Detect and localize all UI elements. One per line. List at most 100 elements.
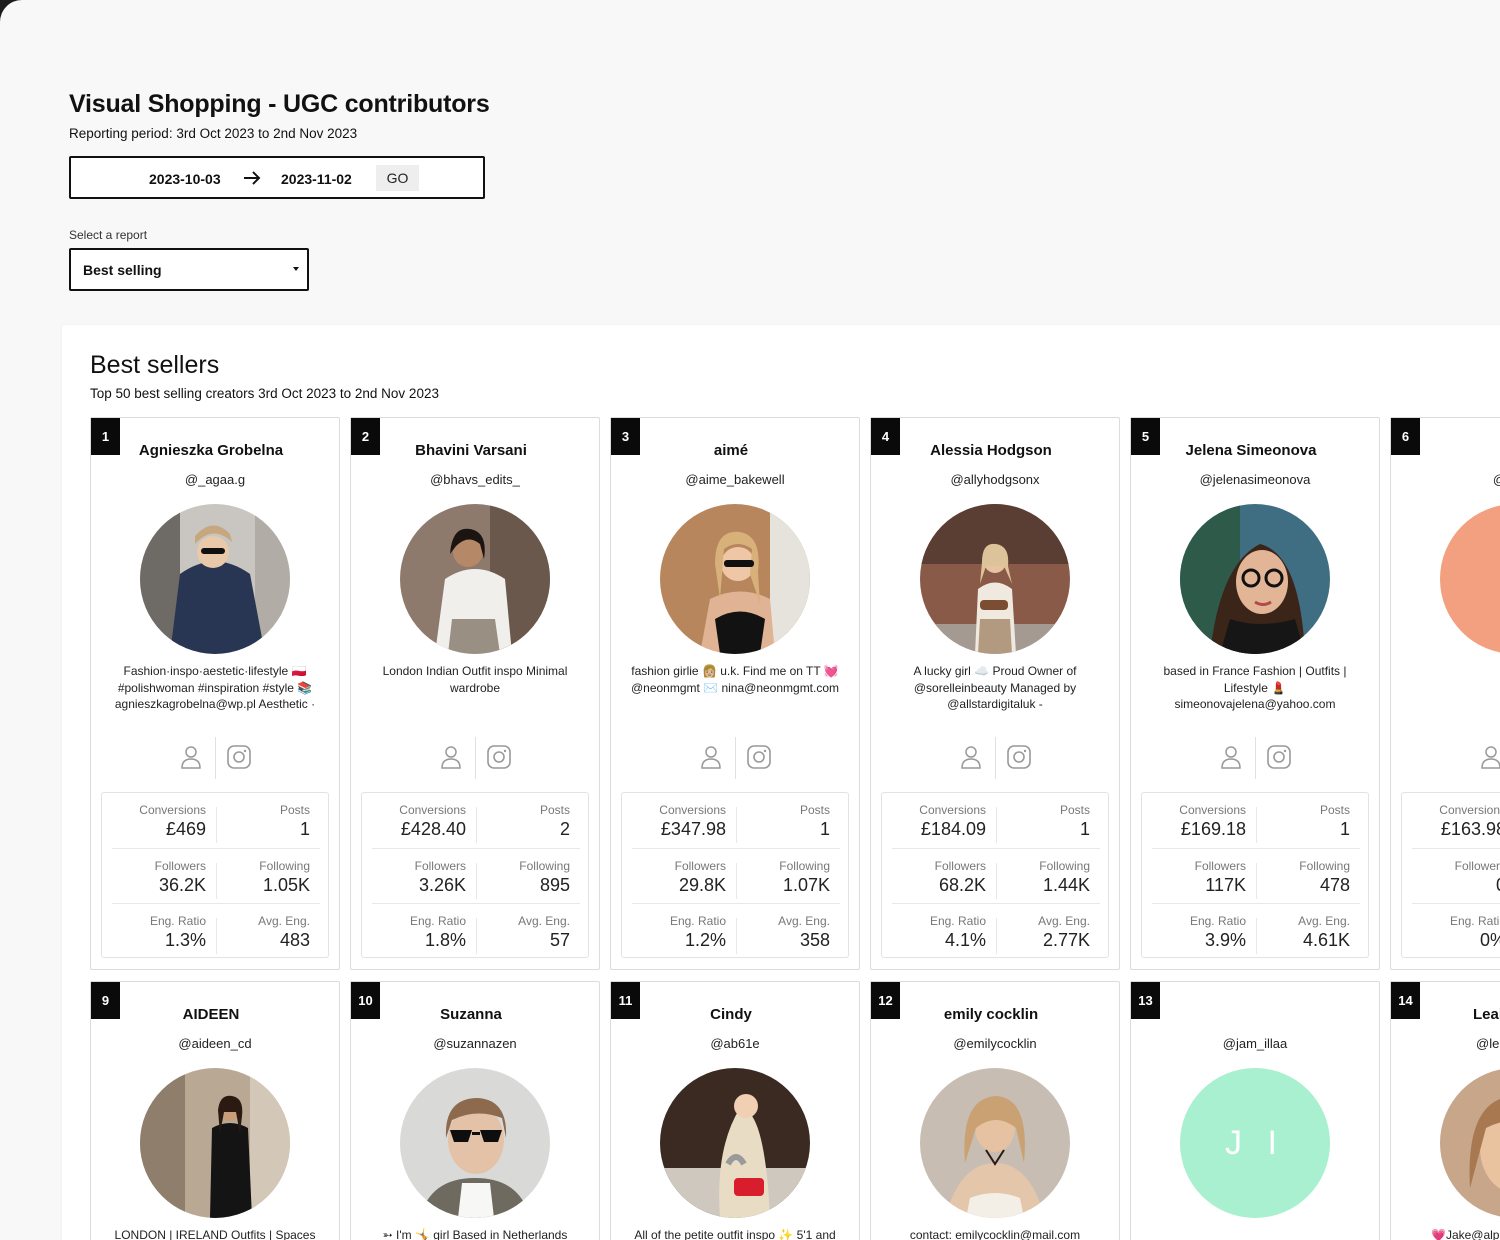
conversions-label: Conversions — [139, 803, 206, 817]
creator-bio: contact: emilycocklin@mail.com — [909, 1228, 1081, 1240]
creator-handle: @emilycocklin — [953, 1036, 1037, 1051]
creator-card[interactable]: 2 Bhavini Varsani @bhavs_edits_ London I… — [350, 417, 600, 970]
following-value: 1.44K — [1042, 875, 1090, 895]
followers-label: Followers — [1194, 859, 1246, 873]
user-profile-icon[interactable] — [436, 742, 466, 772]
stat-row-conversions: Conversions £347.98 Posts 1 — [622, 793, 850, 848]
avatar[interactable] — [1440, 1068, 1500, 1218]
creator-stats: Conversions £347.98 Posts 1 Followers 29.8K… — [621, 792, 849, 958]
instagram-icon[interactable] — [224, 742, 254, 772]
report-select[interactable]: Best selling — [69, 248, 309, 291]
posts-value: 1 — [1339, 819, 1350, 839]
creator-name: Alessia Hodgson — [930, 442, 1052, 459]
start-date-input[interactable]: 2023-10-03 — [149, 171, 221, 187]
stat-row-conversions: Conversions £169.18 Posts 1 — [1142, 793, 1370, 848]
avatar[interactable] — [660, 1068, 810, 1218]
conversions-label: Conversions — [399, 803, 466, 817]
creator-card[interactable]: 11 Cindy @ab61e All of the petite outfit… — [610, 981, 860, 1240]
posts-label: Posts — [1059, 803, 1090, 817]
following-value: 478 — [1319, 875, 1350, 895]
eng-ratio-value: 3.9% — [1204, 930, 1246, 950]
creator-stats: Conversions £469 Posts 1 Followers 36.2K Fo… — [101, 792, 329, 958]
date-range-picker[interactable]: 2023-10-03 2023-11-02 GO — [69, 156, 485, 199]
creator-bio: London Indian Outfit inspo Minimal wardr… — [382, 664, 568, 695]
avg-eng-label: Avg. Eng. — [1038, 914, 1090, 928]
creator-card[interactable]: 6 @londc Conversions£163.98 Followers0 E… — [1390, 417, 1500, 970]
instagram-icon[interactable] — [484, 742, 514, 772]
app-window: Visual Shopping - UGC contributors Repor… — [0, 0, 1500, 1240]
user-profile-icon[interactable] — [176, 742, 206, 772]
stat-row-engagement: Eng. Ratio 4.1% Avg. Eng. 2.77K — [892, 903, 1100, 958]
avatar[interactable] — [140, 1068, 290, 1218]
avg-eng-value: 358 — [799, 930, 830, 950]
avatar[interactable] — [660, 504, 810, 654]
card-actions — [1391, 722, 1500, 772]
user-profile-icon[interactable] — [696, 742, 726, 772]
creator-stats: Conversions£163.98 Followers0 Eng. Ratio… — [1401, 792, 1500, 958]
creator-name: Bhavini Varsani — [415, 442, 527, 459]
creator-handle: @ab61e — [710, 1036, 760, 1051]
conversions-value: £169.18 — [1180, 819, 1246, 839]
creator-handle: @suzannazen — [433, 1036, 517, 1051]
creator-card[interactable]: 14 Leal @le 💗Jake@alph — [1390, 981, 1500, 1240]
stat-row-engagement: Eng. Ratio 3.9% Avg. Eng. 4.61K — [1152, 903, 1360, 958]
creator-card[interactable]: 1 Agnieszka Grobelna @_agaa.g Fashion·in… — [90, 417, 340, 970]
avatar[interactable]: J I — [1180, 1068, 1330, 1218]
avatar[interactable] — [920, 1068, 1070, 1218]
creator-card[interactable]: 4 Alessia Hodgson @allyhodgsonx A lucky … — [870, 417, 1120, 970]
avatar[interactable] — [400, 1068, 550, 1218]
followers-label: Followers — [934, 859, 986, 873]
eng-ratio-value: 0% — [1479, 930, 1500, 950]
icon-divider — [1255, 737, 1256, 779]
instagram-icon[interactable] — [744, 742, 774, 772]
avatar[interactable] — [1180, 504, 1330, 654]
creator-handle: @jelenasimeonova — [1199, 472, 1311, 487]
page-title: Visual Shopping - UGC contributors — [69, 90, 490, 118]
report-select-label: Select a report — [69, 228, 148, 242]
user-profile-icon[interactable] — [1476, 742, 1500, 772]
creator-name: Leal — [1473, 1006, 1500, 1023]
rank-badge: 14 — [1391, 982, 1420, 1019]
followers-label: Followers — [154, 859, 206, 873]
creator-card[interactable]: 5 Jelena Simeonova @jelenasimeonova base… — [1130, 417, 1380, 970]
user-profile-icon[interactable] — [1216, 742, 1246, 772]
stat-row-conversions: Conversions £469 Posts 1 — [102, 793, 330, 848]
followers-value: 68.2K — [938, 875, 986, 895]
stat-row-engagement: Eng. Ratio 1.2% Avg. Eng. 358 — [632, 903, 840, 958]
end-date-input[interactable]: 2023-11-02 — [281, 171, 352, 187]
conversions-value: £347.98 — [660, 819, 726, 839]
instagram-icon[interactable] — [1004, 742, 1034, 772]
posts-label: Posts — [279, 803, 310, 817]
creator-card[interactable]: 9 AIDEEN @aideen_cd LONDON | IRELAND Out… — [90, 981, 340, 1240]
avatar-initials: J I — [1225, 1123, 1285, 1162]
avatar[interactable] — [1440, 504, 1500, 654]
creator-name: AIDEEN — [182, 1006, 240, 1023]
stat-row-followers: Followers 3.26K Following 895 — [372, 848, 580, 903]
following-label: Following — [1039, 859, 1090, 873]
posts-value: 1 — [299, 819, 310, 839]
card-actions — [1131, 722, 1379, 779]
avatar[interactable] — [920, 504, 1070, 654]
creator-handle: @aideen_cd — [178, 1036, 252, 1051]
creator-bio: All of the petite outfit inspo ✨ 5'1 and — [634, 1228, 836, 1240]
creator-stats: Conversions £428.40 Posts 2 Followers 3.26K… — [361, 792, 589, 958]
instagram-icon[interactable] — [1264, 742, 1294, 772]
stat-row-engagement: Eng. Ratio 1.8% Avg. Eng. 57 — [372, 903, 580, 958]
creator-card[interactable]: 3 aimé @aime_bakewell fashion girlie 👩🏼 … — [610, 417, 860, 970]
rank-badge: 6 — [1391, 418, 1420, 455]
stat-row-followers: Followers 36.2K Following 1.05K — [112, 848, 320, 903]
conversions-value: £428.40 — [400, 819, 466, 839]
eng-ratio-label: Eng. Ratio — [149, 914, 206, 928]
go-button[interactable]: GO — [376, 165, 419, 191]
following-value: 1.07K — [782, 875, 830, 895]
posts-label: Posts — [1319, 803, 1350, 817]
posts-label: Posts — [539, 803, 570, 817]
avatar[interactable] — [400, 504, 550, 654]
creator-card[interactable]: 12 emily cocklin @emilycocklin contact: … — [870, 981, 1120, 1240]
creator-name: Cindy — [710, 1006, 752, 1023]
user-profile-icon[interactable] — [956, 742, 986, 772]
creator-card[interactable]: 13 @jam_illaa J I — [1130, 981, 1380, 1240]
creator-card[interactable]: 10 Suzanna @suzannazen ➳ I'm 🤸 girl Base… — [350, 981, 600, 1240]
avg-eng-value: 57 — [549, 930, 570, 950]
avatar[interactable] — [140, 504, 290, 654]
